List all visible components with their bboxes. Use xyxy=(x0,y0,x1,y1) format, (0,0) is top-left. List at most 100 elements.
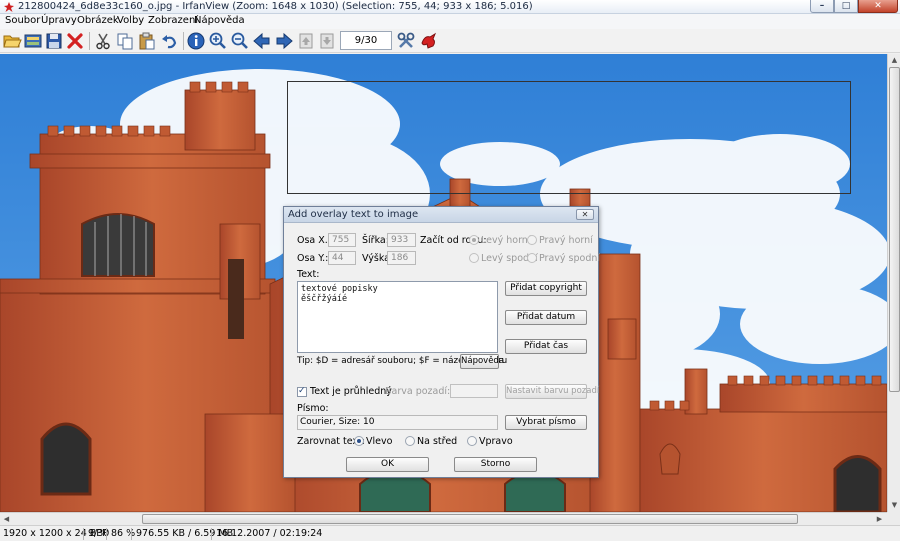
zoom-out-icon xyxy=(231,32,248,49)
window-title: 212800424_6d8e33c160_o.jpg - IrfanView (… xyxy=(18,1,533,12)
horizontal-scroll-thumb[interactable] xyxy=(142,514,798,524)
minimize-button[interactable]: – xyxy=(810,0,834,13)
menu-napoveda[interactable]: Nápověda xyxy=(194,15,245,26)
previous-button[interactable] xyxy=(252,31,272,51)
text-line: textové popisky xyxy=(301,284,378,294)
irfanview-button[interactable] xyxy=(419,31,439,51)
menu-upravy[interactable]: Úpravy xyxy=(41,15,77,26)
next-button[interactable] xyxy=(274,31,294,51)
open-button[interactable] xyxy=(2,31,22,51)
align-left-radio[interactable] xyxy=(354,436,364,446)
bg-color-label: Barva pozadí: xyxy=(385,386,451,397)
zoom-in-button[interactable] xyxy=(208,31,228,51)
vyska-field[interactable]: 186 xyxy=(387,251,416,265)
help-button[interactable]: Nápověda xyxy=(460,354,504,369)
status-separator xyxy=(83,528,84,540)
undo-button[interactable] xyxy=(159,31,179,51)
zoom-in-icon xyxy=(209,32,226,49)
corner-top-left-label: Levý horní xyxy=(481,235,531,246)
text-label: Text: xyxy=(297,269,320,280)
undo-icon xyxy=(162,35,177,49)
corner-top-right-radio[interactable] xyxy=(527,235,537,245)
first-page-button[interactable] xyxy=(296,31,316,51)
copy-button[interactable] xyxy=(115,31,135,51)
bg-color-swatch xyxy=(450,384,498,398)
vertical-scroll-thumb[interactable] xyxy=(889,67,900,392)
toolbar-separator xyxy=(183,32,184,50)
close-icon: ✕ xyxy=(581,210,589,219)
toolbar-separator xyxy=(89,32,90,50)
corner-bottom-right-radio[interactable] xyxy=(527,253,537,263)
minimize-icon: – xyxy=(819,1,825,11)
scrollbar-corner xyxy=(887,512,900,525)
corner-top-left-radio[interactable] xyxy=(469,235,479,245)
cancel-button[interactable]: Storno xyxy=(454,457,537,472)
delete-icon xyxy=(67,33,83,49)
menu-zobrazeni[interactable]: Zobrazení xyxy=(148,15,198,26)
text-line: ěščřžýáíé xyxy=(301,294,348,304)
overlay-text-input[interactable]: textové popisky ěščřžýáíé xyxy=(297,281,498,353)
thumbnails-button[interactable] xyxy=(23,31,43,51)
menu-soubor[interactable]: Soubor xyxy=(5,15,40,26)
dialog-close-button[interactable]: ✕ xyxy=(576,209,594,220)
corner-bottom-left-radio[interactable] xyxy=(469,253,479,263)
last-page-button[interactable] xyxy=(317,31,337,51)
choose-font-button[interactable]: Vybrat písmo xyxy=(505,415,587,430)
dialog-title-bar[interactable]: Add overlay text to image ✕ xyxy=(284,207,598,223)
menu-obrazek[interactable]: Obrázek xyxy=(77,15,119,26)
horizontal-scrollbar[interactable]: ◀ ▶ xyxy=(0,512,887,525)
align-right-label: Vpravo xyxy=(479,436,513,447)
selection-rectangle[interactable] xyxy=(287,81,851,194)
save-icon xyxy=(46,33,62,49)
ok-button[interactable]: OK xyxy=(346,457,429,472)
paste-button[interactable] xyxy=(137,31,157,51)
set-bg-color-button[interactable]: Nastavit barvu pozadí xyxy=(505,384,599,399)
add-copyright-button[interactable]: Přidat copyright xyxy=(505,281,587,296)
transparent-label: Text je průhledný xyxy=(310,386,392,397)
window-controls: – □ ✕ xyxy=(810,0,898,14)
add-date-button[interactable]: Přidat datum xyxy=(505,310,587,325)
maximize-icon: □ xyxy=(841,1,851,11)
save-button[interactable] xyxy=(44,31,64,51)
irfanview-app-icon xyxy=(4,2,14,12)
maximize-button[interactable]: □ xyxy=(834,0,858,13)
align-center-radio[interactable] xyxy=(405,436,415,446)
status-separator xyxy=(211,528,212,540)
settings-icon xyxy=(397,32,415,48)
sirka-label: Šířka: xyxy=(362,235,389,246)
osa-x-field[interactable]: 755 xyxy=(328,233,356,247)
corner-bottom-right-label: Pravý spodní xyxy=(539,253,601,264)
next-icon xyxy=(276,32,293,50)
align-right-radio[interactable] xyxy=(467,436,477,446)
scroll-up-icon[interactable]: ▲ xyxy=(889,55,900,66)
add-time-button[interactable]: Přidat čas xyxy=(505,339,587,354)
menu-bar: Soubor Úpravy Obrázek Volby Zobrazení Ná… xyxy=(0,14,900,29)
info-icon xyxy=(187,32,205,50)
osa-x-label: Osa X.: xyxy=(297,235,331,246)
scroll-down-icon[interactable]: ▼ xyxy=(889,500,900,511)
menu-volby[interactable]: Volby xyxy=(117,15,144,26)
close-button[interactable]: ✕ xyxy=(858,0,898,13)
delete-button[interactable] xyxy=(65,31,85,51)
overlay-text-dialog: Add overlay text to image ✕ Osa X.: 755 … xyxy=(283,206,601,478)
open-icon xyxy=(3,35,22,48)
status-datetime: 16.12.2007 / 02:19:24 xyxy=(216,528,323,539)
title-bar[interactable]: 212800424_6d8e33c160_o.jpg - IrfanView (… xyxy=(0,0,900,14)
close-icon: ✕ xyxy=(874,1,882,11)
first-page-icon xyxy=(299,33,313,49)
sirka-field[interactable]: 933 xyxy=(387,233,416,247)
zoom-out-button[interactable] xyxy=(230,31,250,51)
cut-button[interactable] xyxy=(93,31,113,51)
font-value-field: Courier, Size: 10 xyxy=(297,415,498,430)
info-button[interactable] xyxy=(186,31,206,51)
settings-button[interactable] xyxy=(396,31,416,51)
page-indicator: 9/30 xyxy=(340,31,392,50)
scroll-right-icon[interactable]: ▶ xyxy=(874,514,885,525)
scroll-left-icon[interactable]: ◀ xyxy=(1,514,12,525)
transparent-checkbox[interactable] xyxy=(297,386,307,397)
irfanview-icon xyxy=(421,32,437,49)
osa-y-field[interactable]: 44 xyxy=(328,251,356,265)
align-left-label: Vlevo xyxy=(366,436,393,447)
status-separator xyxy=(131,528,132,540)
vertical-scrollbar[interactable]: ▲ ▼ xyxy=(887,54,900,512)
